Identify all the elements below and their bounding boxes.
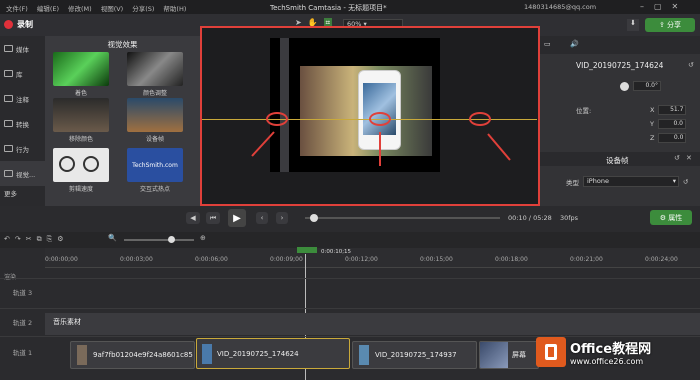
preview-canvas[interactable] xyxy=(200,26,540,206)
step-back-button[interactable]: ⏮ xyxy=(206,212,220,224)
reset-icon[interactable]: ↺ xyxy=(683,178,688,186)
tool-sidebar: 媒体 库 注释 转换 行为 视觉... 更多 xyxy=(0,36,45,206)
sidebar-item-behaviors[interactable]: 行为 xyxy=(0,136,45,161)
sidebar-item-annotations[interactable]: 注释 xyxy=(0,86,45,111)
zoom-slider-handle[interactable] xyxy=(168,236,175,243)
play-button[interactable]: ▶ xyxy=(228,209,246,227)
techsmith-badge: TechSmith.com xyxy=(132,161,178,169)
fps-label: 30fps xyxy=(560,214,579,222)
effect-colorize[interactable] xyxy=(53,52,109,86)
sidebar-item-media[interactable]: 媒体 xyxy=(0,36,45,61)
account-label[interactable]: 1480314685@qq.com xyxy=(524,3,596,11)
time-ruler[interactable]: 0:00:00;00 0:00:03;00 0:00:06;00 0:00:09… xyxy=(45,247,700,268)
zoom-in-icon[interactable]: ⊕ xyxy=(200,234,206,242)
position-x-field[interactable]: 51.7 xyxy=(658,105,687,115)
effect-device-frame[interactable] xyxy=(127,98,183,132)
download-icon[interactable]: ⬇ xyxy=(627,19,639,31)
effect-color-adjust[interactable] xyxy=(127,52,183,86)
library-icon xyxy=(4,70,13,77)
edit-tools-icons[interactable]: ↶↷✂⧉⎘⚙ xyxy=(4,235,68,244)
next-button[interactable]: › xyxy=(276,212,288,224)
timeline-toolbar: ↶↷✂⧉⎘⚙ 🔍 ⊕ xyxy=(0,232,700,248)
properties-tabs: ▭ 🔊 xyxy=(540,36,700,54)
share-button[interactable]: ⇪ 分享 xyxy=(645,18,695,32)
clock-icon xyxy=(83,156,99,172)
zoom-icon[interactable]: 🔍 xyxy=(108,234,117,242)
clip-image[interactable]: 9af7fb01204e9f24a8601c85 xyxy=(70,341,195,369)
menu-file[interactable]: 文件(F) xyxy=(6,3,28,13)
type-label: 类型 xyxy=(566,178,579,187)
clip-thumb xyxy=(77,345,87,365)
playhead-time: 0:00:10;15 xyxy=(321,249,352,255)
clip-thumb xyxy=(359,345,369,365)
clip-screen[interactable]: 屏幕 xyxy=(479,341,539,369)
time-readout: 00:10 / 05:28 xyxy=(508,214,552,222)
clip-selected[interactable]: VID_20190725_174624 xyxy=(196,338,350,369)
title-bar: 文件(F) 编辑(E) 修改(M) 视图(V) 分享(S) 帮助(H) Tech… xyxy=(0,0,700,14)
menu-help[interactable]: 帮助(H) xyxy=(163,3,186,13)
scrub-bar[interactable] xyxy=(305,217,500,219)
effects-library: 视觉效果 着色 颜色调整 移除颜色 设备帧 剪辑速度 TechSmith.com… xyxy=(45,36,200,206)
record-button[interactable]: 录制 xyxy=(4,19,33,30)
effect-hotspot[interactable]: TechSmith.com xyxy=(127,148,183,182)
library-title: 视觉效果 xyxy=(107,40,138,49)
close-icon[interactable]: ✕ xyxy=(686,154,692,162)
clock-icon xyxy=(59,156,75,172)
zoom-slider[interactable] xyxy=(124,239,194,241)
media-icon xyxy=(4,45,13,52)
clip-name: VID_20190725_174624 xyxy=(576,61,664,70)
sidebar-more[interactable]: 更多 xyxy=(0,186,45,200)
position-y-field[interactable]: 0.0 xyxy=(657,119,686,129)
office-logo-icon xyxy=(536,337,566,367)
audio-tab-icon[interactable]: 🔊 xyxy=(570,40,579,48)
rotate-dial[interactable] xyxy=(620,81,629,91)
rotate-field[interactable]: 0.0° xyxy=(633,81,661,91)
watermark-url: www.office26.com xyxy=(570,357,644,366)
transition-icon xyxy=(4,120,13,127)
track-3: 轨道 3 xyxy=(0,278,700,308)
behavior-icon xyxy=(4,145,13,152)
visual-tab-icon[interactable]: ▭ xyxy=(544,40,551,48)
music-clip[interactable]: 音乐素材 xyxy=(45,313,700,335)
menu-modify[interactable]: 修改(M) xyxy=(68,3,92,13)
watermark: Office教程网 www.office26.com xyxy=(536,334,696,370)
clip-thumb xyxy=(480,342,508,368)
device-type-select[interactable]: iPhone ▾ xyxy=(583,176,679,187)
window-controls[interactable]: –▢✕ xyxy=(640,2,688,11)
sidebar-item-transitions[interactable]: 转换 xyxy=(0,111,45,136)
properties-button[interactable]: ⚙ 属性 xyxy=(650,210,692,225)
reset-icon[interactable]: ↺ xyxy=(688,61,694,69)
position-label: 位置: xyxy=(576,107,592,115)
menu-bar: 文件(F) 编辑(E) 修改(M) 视图(V) 分享(S) 帮助(H) xyxy=(6,3,195,13)
effect-remove-color[interactable] xyxy=(53,98,109,132)
visual-effects-icon xyxy=(4,170,13,177)
record-icon xyxy=(4,20,13,29)
effect-clip-speed[interactable] xyxy=(53,148,109,182)
clip-video-2[interactable]: VID_20190725_174937 xyxy=(352,341,477,369)
chevron-down-icon: ▾ xyxy=(672,177,676,185)
clip-thumb xyxy=(202,343,212,364)
playback-controls: ◀ ⏮ ▶ ‹ › 00:10 / 05:28 30fps ⚙ 属性 xyxy=(0,206,700,232)
playhead-marker[interactable] xyxy=(297,247,317,253)
watermark-title: Office教程网 xyxy=(570,342,652,357)
previous-button[interactable]: ‹ xyxy=(256,212,268,224)
sidebar-item-visual[interactable]: 视觉... xyxy=(0,161,45,186)
properties-panel: ▭ 🔊 VID_20190725_174624 ↺ 0.0° 位置: X 51.7… xyxy=(540,36,700,206)
menu-share[interactable]: 分享(S) xyxy=(132,3,154,13)
prev-frame-button[interactable]: ◀ xyxy=(186,212,200,224)
track-2: 轨道 2 音乐素材 xyxy=(0,308,700,336)
annotation-icon xyxy=(4,95,13,102)
device-frame-header: 设备帧 ↺ ✕ xyxy=(540,152,700,166)
reset-icon[interactable]: ↺ xyxy=(674,154,680,162)
window-title: TechSmith Camtasia - 无标题项目* xyxy=(270,4,387,12)
menu-edit[interactable]: 编辑(E) xyxy=(37,3,59,13)
menu-view[interactable]: 视图(V) xyxy=(101,3,124,13)
position-z-field[interactable]: 0.0 xyxy=(658,133,687,143)
sidebar-item-library[interactable]: 库 xyxy=(0,61,45,86)
arrow-annotations xyxy=(251,131,511,166)
scrub-handle[interactable] xyxy=(310,214,318,222)
